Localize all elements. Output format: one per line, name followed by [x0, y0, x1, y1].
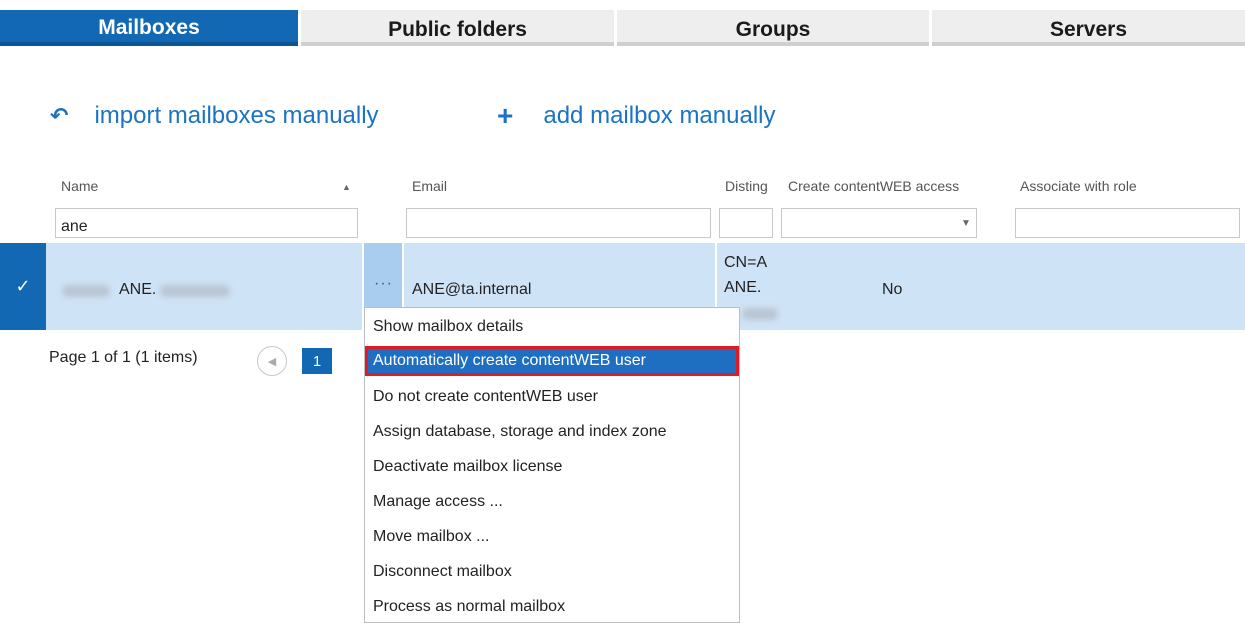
row-context-menu: Show mailbox details Automatically creat… — [364, 307, 740, 623]
tab-groups[interactable]: Groups — [617, 10, 929, 46]
sort-ascending-icon[interactable]: ▲ — [342, 182, 351, 192]
name-filter-input[interactable] — [55, 208, 358, 238]
plus-icon: + — [497, 100, 514, 131]
menu-show-mailbox-details[interactable]: Show mailbox details — [365, 312, 739, 342]
add-mailbox-label: add mailbox manually — [543, 102, 776, 129]
tab-servers[interactable]: Servers — [932, 10, 1245, 46]
column-header-create-access[interactable]: Create contentWEB access — [788, 178, 959, 194]
import-mailboxes-label: import mailboxes manually — [94, 102, 379, 129]
undo-arrow-icon: ↶ — [50, 103, 69, 128]
role-filter-input[interactable] — [1015, 208, 1240, 238]
menu-deactivate-license[interactable]: Deactivate mailbox license — [365, 452, 739, 482]
tab-mailboxes[interactable]: Mailboxes — [0, 10, 298, 46]
redacted-text — [62, 285, 110, 297]
pager-summary: Page 1 of 1 (1 items) — [49, 349, 198, 366]
column-header-disting[interactable]: Disting — [725, 178, 768, 194]
menu-process-as-normal-mailbox[interactable]: Process as normal mailbox — [365, 592, 739, 622]
tab-bar: Mailboxes Public folders Groups Servers — [0, 10, 1245, 46]
import-mailboxes-link[interactable]: ↶ import mailboxes manually — [50, 96, 379, 136]
menu-automatically-create-contentweb-user[interactable]: Automatically create contentWEB user — [365, 346, 739, 376]
more-icon[interactable]: ··· — [374, 275, 393, 293]
row-create-access: No — [882, 281, 903, 298]
row-dn-line1: CN=A — [724, 254, 768, 271]
menu-do-not-create-contentweb-user[interactable]: Do not create contentWEB user — [365, 382, 739, 412]
redacted-text — [742, 308, 778, 320]
menu-move-mailbox[interactable]: Move mailbox ... — [365, 522, 739, 552]
previous-page-button[interactable]: ◀ — [257, 346, 287, 376]
create-access-filter-select[interactable] — [781, 208, 977, 238]
column-header-email[interactable]: Email — [412, 178, 447, 194]
page-number-button[interactable]: 1 — [302, 348, 332, 374]
redacted-text — [160, 285, 230, 297]
row-name: ANE. — [119, 281, 157, 298]
menu-assign-database[interactable]: Assign database, storage and index zone — [365, 417, 739, 447]
chevron-left-icon: ◀ — [267, 355, 277, 368]
add-mailbox-link[interactable]: + add mailbox manually — [497, 96, 775, 136]
chevron-down-icon[interactable]: ▼ — [961, 218, 971, 229]
disting-filter-input[interactable] — [719, 208, 773, 238]
column-header-associate-role[interactable]: Associate with role — [1020, 178, 1137, 194]
menu-manage-access[interactable]: Manage access ... — [365, 487, 739, 517]
row-checkbox[interactable]: ✓ — [0, 243, 46, 330]
row-dn-line2: ANE. — [724, 279, 762, 296]
checkmark-icon: ✓ — [15, 276, 31, 296]
email-filter-input[interactable] — [406, 208, 711, 238]
menu-disconnect-mailbox[interactable]: Disconnect mailbox — [365, 557, 739, 587]
name-filter-value: ane — [61, 218, 88, 235]
tab-public-folders[interactable]: Public folders — [301, 10, 614, 46]
column-header-name[interactable]: Name — [61, 178, 98, 194]
row-email: ANE@ta.internal — [412, 281, 532, 298]
